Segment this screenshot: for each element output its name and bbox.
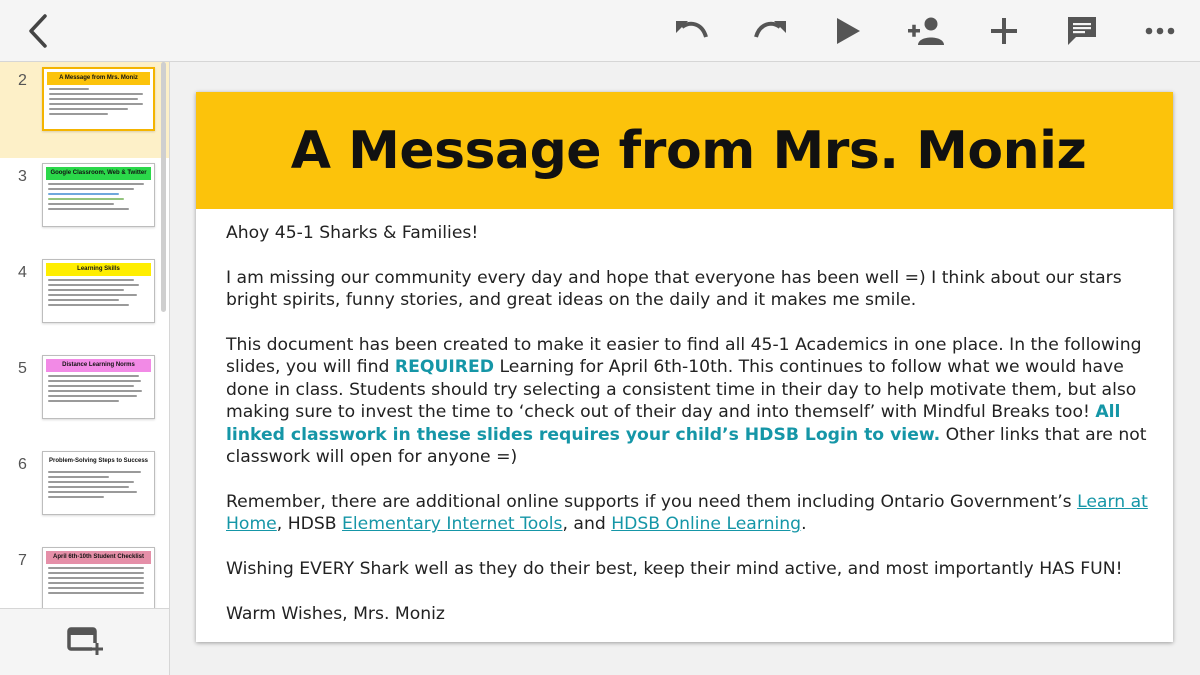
slide-preview-title: Problem-Solving Steps to Success [46, 455, 151, 468]
present-button[interactable] [826, 9, 870, 53]
slide-preview: Problem-Solving Steps to Success [42, 451, 155, 515]
slide-number: 5 [18, 360, 27, 377]
hdsb-online-learning-link[interactable]: HDSB Online Learning [611, 514, 801, 534]
paragraph-community: I am missing our community every day and… [226, 267, 1122, 311]
slide-thumbnail-5[interactable]: 5 Distance Learning Norms [0, 350, 169, 446]
slide-thumbnail-7[interactable]: 7 April 6th-10th Student Checklist [0, 542, 169, 608]
required-emphasis: REQUIRED [394, 357, 495, 378]
slide-canvas[interactable]: A Message from Mrs. Moniz Ahoy 45-1 Shar… [196, 92, 1173, 642]
redo-icon [754, 21, 786, 38]
paragraph-supports: Remember, there are additional online su… [226, 491, 1148, 535]
undo-icon [676, 21, 708, 38]
play-icon [837, 18, 860, 44]
slide-number: 6 [18, 456, 27, 473]
slide-preview-title: A Message from Mrs. Moniz [47, 72, 150, 85]
slide-preview: Google Classroom, Web & Twitter [42, 163, 155, 227]
slide-number: 2 [18, 72, 27, 89]
top-toolbar [0, 0, 1200, 62]
slide-preview: A Message from Mrs. Moniz [42, 67, 155, 131]
new-slide-button[interactable] [63, 620, 107, 664]
slide-filmstrip[interactable]: 2 A Message from Mrs. Moniz 3 Google Cla… [0, 62, 170, 608]
slide-title[interactable]: A Message from Mrs. Moniz [283, 121, 1087, 181]
paragraph-document: This document has been created to make i… [226, 335, 1147, 468]
add-person-icon [908, 17, 944, 45]
slide-number: 4 [18, 264, 27, 281]
slide-preview-title: Google Classroom, Web & Twitter [46, 167, 151, 180]
redo-button[interactable] [748, 9, 792, 53]
plus-icon [991, 18, 1017, 44]
signoff-text: Warm Wishes, Mrs. Moniz [226, 603, 445, 624]
filmstrip-footer [0, 608, 170, 675]
slide-thumbnail-4[interactable]: 4 Learning Skills [0, 254, 169, 350]
comments-button[interactable] [1060, 9, 1104, 53]
slide-number: 3 [18, 168, 27, 185]
slide-preview: Distance Learning Norms [42, 355, 155, 419]
slide-body-text[interactable]: Ahoy 45-1 Sharks & Families! I am missin… [226, 222, 1156, 648]
insert-button[interactable] [982, 9, 1026, 53]
more-horizontal-icon [1145, 27, 1175, 35]
elementary-internet-tools-link[interactable]: Elementary Internet Tools [342, 514, 562, 534]
more-options-button[interactable] [1138, 9, 1182, 53]
share-button[interactable] [904, 9, 948, 53]
slide-preview-title: Learning Skills [46, 263, 151, 276]
slide-title-banner: A Message from Mrs. Moniz [196, 92, 1173, 209]
slide-number: 7 [18, 552, 27, 569]
slide-thumbnail-2[interactable]: 2 A Message from Mrs. Moniz [0, 62, 169, 158]
slide-thumbnail-6[interactable]: 6 Problem-Solving Steps to Success [0, 446, 169, 542]
back-button[interactable] [16, 9, 60, 53]
slide-preview-title: Distance Learning Norms [46, 359, 151, 372]
filmstrip-scrollbar[interactable] [161, 62, 166, 312]
greeting-text: Ahoy 45-1 Sharks & Families! [226, 223, 479, 243]
back-arrow-icon [29, 14, 47, 48]
undo-button[interactable] [670, 9, 714, 53]
paragraph-wishes: Wishing EVERY Shark well as they do thei… [226, 559, 1123, 580]
comment-icon [1068, 17, 1096, 45]
slide-preview: April 6th-10th Student Checklist [42, 547, 155, 608]
slide-thumbnail-3[interactable]: 3 Google Classroom, Web & Twitter [0, 158, 169, 254]
new-slide-icon [66, 627, 103, 655]
slide-preview-title: April 6th-10th Student Checklist [46, 551, 151, 564]
slide-preview: Learning Skills [42, 259, 155, 323]
